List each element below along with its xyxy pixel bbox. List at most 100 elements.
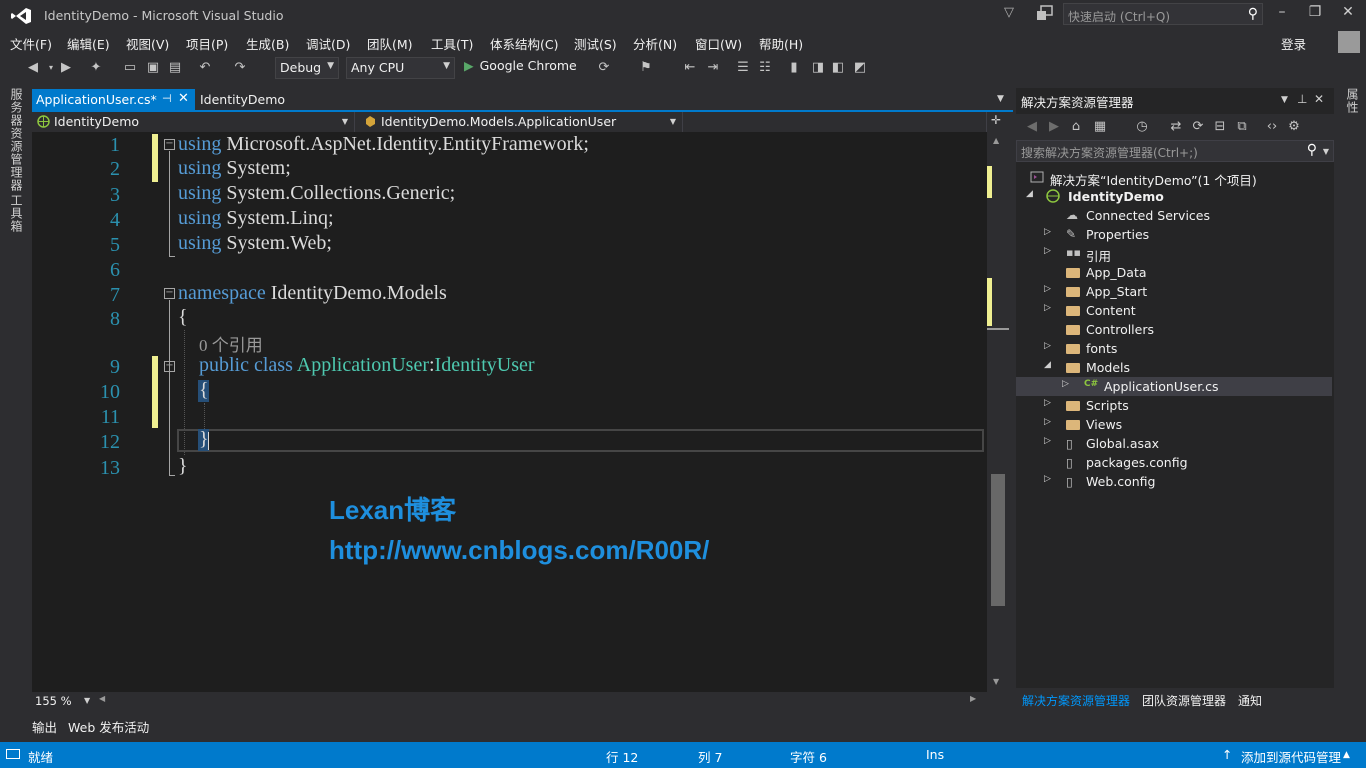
collapse-icon[interactable]: − bbox=[164, 288, 175, 299]
scroll-up-icon[interactable]: ▲ bbox=[993, 136, 999, 145]
menu-analyze[interactable]: 分析(N) bbox=[633, 34, 677, 53]
collapsed-arrow-icon[interactable]: ▷ bbox=[1044, 474, 1051, 484]
collapsed-arrow-icon[interactable]: ▷ bbox=[1044, 341, 1051, 351]
save-all-icon[interactable]: ▤ bbox=[167, 60, 183, 76]
tab-overflow-icon[interactable]: ▼ bbox=[997, 94, 1004, 104]
server-explorer-tab[interactable]: 服务器资源管理器 bbox=[8, 88, 25, 192]
panel-menu-icon[interactable]: ▼ bbox=[1281, 95, 1288, 105]
tree-item-global-asax[interactable]: ▷ ▯ Global.asax bbox=[1016, 434, 1332, 453]
home-icon[interactable]: ⌂ bbox=[1068, 119, 1084, 135]
menu-team[interactable]: 团队(M) bbox=[367, 34, 413, 53]
open-file-icon[interactable]: ▭ bbox=[122, 60, 138, 76]
tree-item-models[interactable]: ◢ Models bbox=[1016, 358, 1332, 377]
code-editor[interactable] bbox=[32, 132, 987, 692]
menu-tools[interactable]: 工具(T) bbox=[431, 34, 473, 53]
chevron-up-icon[interactable]: ▲ bbox=[1343, 750, 1350, 760]
type-dropdown[interactable]: IdentityDemo.Models.ApplicationUser ▼ bbox=[359, 112, 683, 132]
collapse-icon[interactable]: − bbox=[164, 139, 175, 150]
menu-edit[interactable]: 编辑(E) bbox=[67, 34, 110, 53]
arrow-up-icon[interactable]: ↑ bbox=[1222, 747, 1232, 762]
show-all-files-icon[interactable]: ⧉ bbox=[1234, 119, 1250, 135]
chevron-down-icon[interactable]: ▼ bbox=[84, 696, 90, 705]
outdent-icon[interactable]: ⇥ bbox=[705, 60, 721, 76]
menu-project[interactable]: 项目(P) bbox=[186, 34, 228, 53]
uncomment-icon[interactable]: ☷ bbox=[757, 60, 773, 76]
tab-notifications[interactable]: 通知 bbox=[1238, 692, 1262, 709]
collapsed-arrow-icon[interactable]: ▷ bbox=[1044, 303, 1051, 313]
codelens-references[interactable]: 0 个引用 bbox=[199, 331, 263, 356]
menu-test[interactable]: 测试(S) bbox=[574, 34, 617, 53]
tree-item-properties[interactable]: ▷ ✎ Properties bbox=[1016, 225, 1332, 244]
tree-item-fonts[interactable]: ▷ fonts bbox=[1016, 339, 1332, 358]
pin-icon[interactable]: ⊥ bbox=[1297, 92, 1307, 106]
collapsed-arrow-icon[interactable]: ▷ bbox=[1044, 284, 1051, 294]
menu-window[interactable]: 窗口(W) bbox=[695, 34, 742, 53]
new-project-icon[interactable]: ✦ bbox=[88, 60, 104, 76]
member-dropdown[interactable] bbox=[687, 112, 987, 132]
quick-launch-input[interactable]: 快速启动 (Ctrl+Q) ⚲ bbox=[1063, 3, 1263, 25]
tree-item-content[interactable]: ▷ Content bbox=[1016, 301, 1332, 320]
tree-item-project[interactable]: ◢ IdentityDemo bbox=[1016, 187, 1332, 206]
tab-output[interactable]: 输出 bbox=[32, 717, 57, 736]
refresh-browser-icon[interactable]: ⟳ bbox=[596, 60, 612, 76]
menu-build[interactable]: 生成(B) bbox=[246, 34, 289, 53]
tree-item-references[interactable]: ▷ ▪▪ 引用 bbox=[1016, 244, 1332, 264]
search-icon[interactable]: ⚲ bbox=[1248, 6, 1258, 22]
tree-item-app-data[interactable]: App_Data bbox=[1016, 263, 1332, 282]
navigate-back-icon[interactable]: ◀ bbox=[25, 60, 41, 76]
tab-team-explorer[interactable]: 团队资源管理器 bbox=[1142, 692, 1226, 709]
solution-platform-select[interactable]: Any CPU ▼ bbox=[346, 57, 455, 79]
menu-help[interactable]: 帮助(H) bbox=[759, 34, 803, 53]
indent-icon[interactable]: ⇤ bbox=[682, 60, 698, 76]
redo-icon[interactable]: ↷ bbox=[232, 60, 248, 76]
tab-web-publish[interactable]: Web 发布活动 bbox=[68, 717, 149, 736]
add-to-source-control-button[interactable]: 添加到源代码管理 bbox=[1241, 747, 1341, 766]
tab-applicationuser-cs[interactable]: ApplicationUser.cs* ⊣ ✕ bbox=[32, 89, 195, 110]
menu-debug[interactable]: 调试(D) bbox=[306, 34, 350, 53]
collapsed-arrow-icon[interactable]: ▷ bbox=[1044, 436, 1051, 446]
pending-changes-icon[interactable]: ◷ bbox=[1134, 119, 1150, 135]
solution-search-input[interactable]: 搜索解决方案资源管理器(Ctrl+;) ⚲ ▼ bbox=[1016, 140, 1334, 162]
tab-identitydemo[interactable]: IdentityDemo bbox=[200, 92, 285, 107]
project-dropdown[interactable]: IdentityDemo ▼ bbox=[32, 112, 355, 132]
comment-icon[interactable]: ☰ bbox=[735, 60, 751, 76]
clear-bookmarks-icon[interactable]: ◩ bbox=[852, 60, 868, 76]
tree-item-views[interactable]: ▷ Views bbox=[1016, 415, 1332, 434]
view-code-icon[interactable]: ‹› bbox=[1264, 119, 1280, 135]
close-panel-icon[interactable]: ✕ bbox=[1314, 92, 1324, 106]
switch-views-icon[interactable]: ▦ bbox=[1092, 119, 1108, 135]
menu-file[interactable]: 文件(F) bbox=[10, 34, 52, 53]
horizontal-scrollbar[interactable]: ◀ ▶ bbox=[97, 694, 977, 707]
tree-item-packages-config[interactable]: ▯ packages.config bbox=[1016, 453, 1332, 472]
save-icon[interactable]: ▣ bbox=[145, 60, 161, 76]
tree-item-web-config[interactable]: ▷ ▯ Web.config bbox=[1016, 472, 1332, 491]
collapsed-arrow-icon[interactable]: ▷ bbox=[1044, 246, 1051, 256]
scroll-down-icon[interactable]: ▼ bbox=[993, 677, 999, 686]
navigate-forward-icon[interactable]: ▶ bbox=[58, 60, 74, 76]
vertical-scrollbar[interactable]: ▲ ▼ bbox=[987, 132, 1009, 692]
back-icon[interactable]: ◀ bbox=[1024, 119, 1040, 135]
tab-solution-explorer[interactable]: 解决方案资源管理器 bbox=[1022, 692, 1130, 709]
undo-icon[interactable]: ↶ bbox=[197, 60, 213, 76]
restore-button[interactable]: ❐ bbox=[1303, 4, 1327, 24]
sync-icon[interactable]: ⇄ bbox=[1168, 119, 1184, 135]
tree-item-connected-services[interactable]: ☁ Connected Services bbox=[1016, 206, 1332, 225]
collapse-all-icon[interactable]: ⊟ bbox=[1212, 119, 1228, 135]
notifications-icon[interactable] bbox=[1036, 5, 1054, 21]
refresh-icon[interactable]: ⟳ bbox=[1190, 119, 1206, 135]
scroll-thumb[interactable] bbox=[991, 474, 1005, 606]
search-icon[interactable]: ⚲ bbox=[1307, 142, 1317, 158]
scroll-right-icon[interactable]: ▶ bbox=[970, 694, 976, 703]
close-tab-icon[interactable]: ✕ bbox=[178, 91, 189, 106]
tree-item-controllers[interactable]: Controllers bbox=[1016, 320, 1332, 339]
toolbox-tab[interactable]: 工具箱 bbox=[8, 194, 25, 233]
expanded-arrow-icon[interactable]: ◢ bbox=[1044, 360, 1051, 370]
tree-item-scripts[interactable]: ▷ Scripts bbox=[1016, 396, 1332, 415]
start-debugging-button[interactable]: ▶ Google Chrome bbox=[464, 58, 577, 73]
tree-item-app-start[interactable]: ▷ App_Start bbox=[1016, 282, 1332, 301]
collapsed-arrow-icon[interactable]: ▷ bbox=[1044, 398, 1051, 408]
pin-icon[interactable]: ⊣ bbox=[162, 92, 172, 105]
zoom-level[interactable]: 155 % bbox=[35, 694, 72, 708]
scroll-left-icon[interactable]: ◀ bbox=[99, 694, 105, 703]
menu-architecture[interactable]: 体系结构(C) bbox=[490, 34, 558, 53]
